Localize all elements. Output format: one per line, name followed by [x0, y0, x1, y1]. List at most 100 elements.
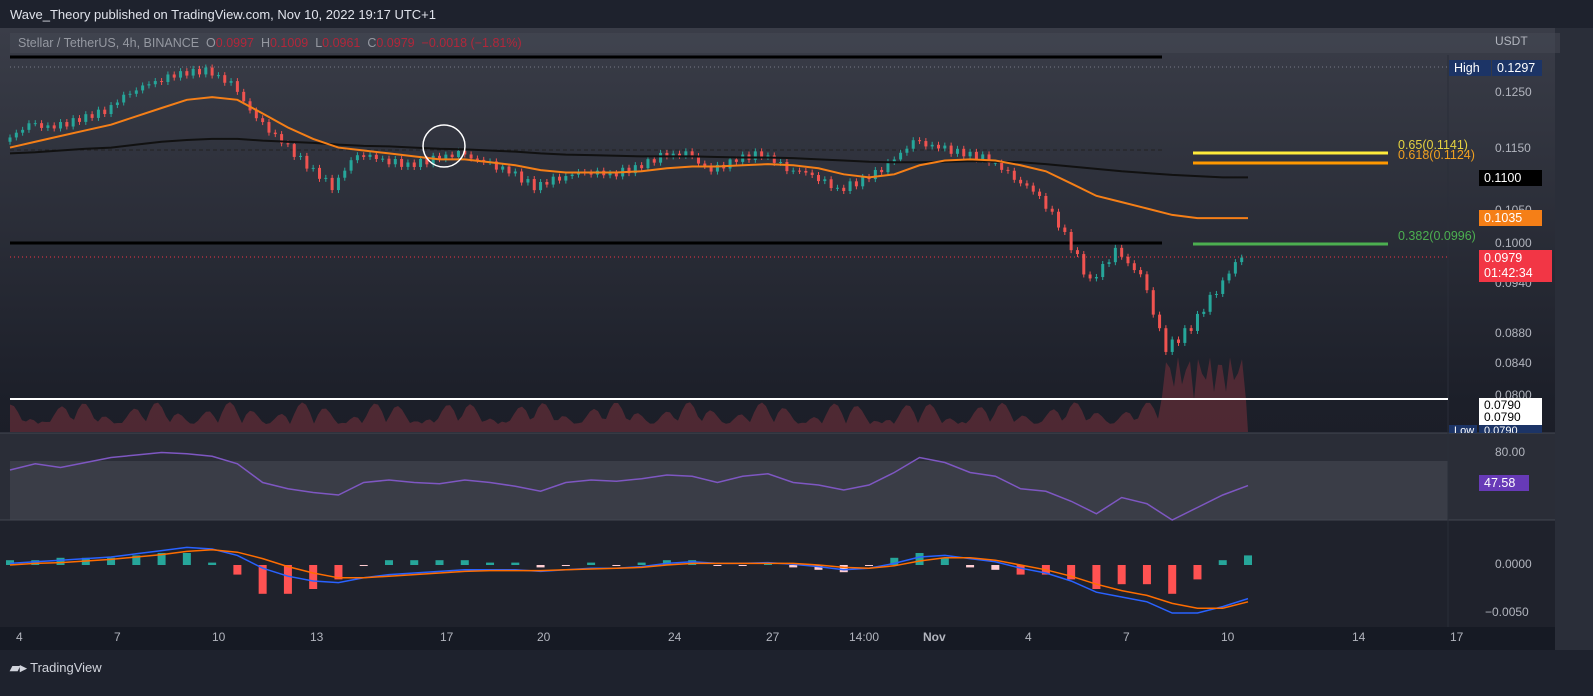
- candle: [526, 179, 530, 183]
- open-value: 0.0997: [215, 36, 255, 50]
- candle: [393, 158, 397, 165]
- price-tick: 0.0840: [1495, 356, 1532, 370]
- candle: [835, 187, 839, 189]
- fib-0382-label: 0.382(0.0996): [1398, 229, 1476, 243]
- candle: [1107, 262, 1111, 264]
- time-tick: 14: [1352, 630, 1366, 644]
- last-price: 0.0979: [1484, 251, 1523, 265]
- candle: [684, 151, 688, 156]
- price-tick: 0.1250: [1495, 85, 1532, 99]
- candle: [311, 167, 315, 169]
- candle: [1063, 227, 1067, 232]
- candle: [1088, 274, 1092, 279]
- candle: [791, 170, 795, 172]
- candle: [551, 176, 555, 185]
- open-label: O: [206, 36, 216, 50]
- macd-histogram-bar: [1218, 560, 1227, 565]
- candle: [210, 67, 214, 76]
- macd-histogram-bar: [486, 562, 495, 565]
- candle: [8, 137, 12, 142]
- ema-price-tag: 0.1035: [1479, 210, 1542, 226]
- macd-histogram-bar: [1117, 565, 1126, 585]
- candle: [513, 171, 517, 174]
- tradingview-logo-icon: ▰▸: [10, 660, 31, 675]
- time-tick: 17: [440, 630, 454, 644]
- candle: [166, 74, 170, 83]
- candle: [235, 81, 239, 92]
- candle: [1031, 185, 1035, 192]
- brand-name: TradingView: [30, 660, 102, 675]
- candle: [1221, 280, 1225, 294]
- candle: [292, 144, 296, 157]
- high-label: High: [1449, 60, 1491, 76]
- candle: [1113, 247, 1117, 263]
- candle: [65, 122, 69, 127]
- candle: [1151, 290, 1155, 315]
- candle: [1050, 208, 1054, 212]
- macd-histogram-bar: [1168, 565, 1177, 594]
- candle: [772, 155, 776, 163]
- candle: [1101, 263, 1105, 278]
- change-value: −0.0018 (−1.81%): [421, 36, 522, 50]
- rsi-tick: 80.00: [1495, 445, 1526, 459]
- time-tick: 10: [212, 630, 226, 644]
- candle: [1170, 339, 1174, 352]
- candle: [949, 145, 953, 154]
- candle: [842, 187, 846, 192]
- candle: [968, 151, 972, 157]
- candle: [406, 162, 410, 167]
- candle: [185, 71, 189, 76]
- candle: [475, 158, 479, 160]
- candle: [84, 114, 88, 122]
- macd-histogram-bar: [283, 565, 292, 594]
- candle: [918, 140, 922, 142]
- candle: [1158, 314, 1162, 329]
- candle: [810, 172, 814, 176]
- macd-histogram-bar: [1142, 565, 1151, 585]
- candle: [387, 158, 391, 165]
- candle: [873, 169, 877, 180]
- last-price-tag: 0.0979 01:42:34: [1479, 250, 1552, 282]
- high-label: H: [260, 36, 270, 50]
- candle: [854, 181, 858, 187]
- high-value: 0.1009: [270, 36, 309, 50]
- candle: [109, 105, 113, 115]
- candle: [412, 162, 416, 167]
- candle: [318, 167, 321, 179]
- candle: [96, 109, 100, 118]
- candle: [305, 155, 309, 169]
- candle: [779, 162, 783, 164]
- chart-canvas[interactable]: [0, 0, 1593, 696]
- candle: [659, 152, 663, 163]
- candle: [103, 109, 107, 115]
- macd-histogram-bar: [839, 565, 848, 573]
- macd-histogram-bar: [991, 565, 1000, 570]
- price-tick: 0.1000: [1495, 236, 1532, 250]
- candle: [1233, 262, 1237, 274]
- candle: [21, 129, 25, 133]
- candle: [273, 132, 277, 135]
- candle: [355, 155, 359, 161]
- candle: [134, 90, 138, 94]
- candle: [728, 159, 732, 169]
- candle: [141, 85, 145, 91]
- candle: [362, 155, 366, 157]
- candle: [1183, 328, 1187, 343]
- candle: [899, 152, 903, 160]
- macd-tick: 0.0000: [1495, 557, 1532, 571]
- candle: [558, 176, 562, 181]
- fib-0618-label: 0.618(0.1124): [1398, 148, 1475, 162]
- candle: [614, 173, 618, 177]
- candle: [1082, 254, 1086, 275]
- candle: [1145, 274, 1149, 291]
- candle: [242, 91, 246, 102]
- macd-histogram-bar: [713, 565, 722, 566]
- candle: [652, 159, 656, 163]
- macd-histogram-bar: [1244, 555, 1252, 565]
- candle: [539, 181, 543, 191]
- candle: [1019, 179, 1023, 184]
- candle: [368, 154, 372, 157]
- candle: [1006, 169, 1010, 171]
- time-tick: Nov: [923, 630, 946, 644]
- macd-histogram-bar: [1016, 565, 1025, 575]
